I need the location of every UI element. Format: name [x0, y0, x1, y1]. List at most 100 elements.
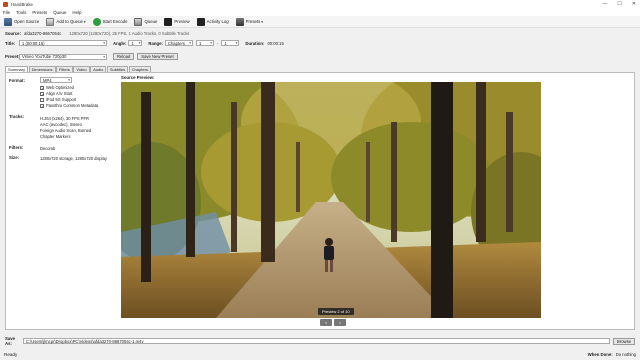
menu-queue[interactable]: Queue	[53, 10, 66, 15]
angle-select[interactable]: 1 ▾	[128, 40, 143, 46]
tracks-label: Tracks:	[9, 114, 25, 119]
preset-select[interactable]: Vimeo YouTube 720p30 ▾	[19, 53, 107, 60]
preview-heading: Source Preview:	[121, 75, 155, 80]
toolbar: Open Source Add to Queue ▾ Start Encode …	[0, 16, 640, 28]
title-row: Title: 1 (00:00:15) ▾ Angle: 1 ▾ Range: …	[5, 40, 284, 46]
presets-icon	[235, 17, 244, 26]
track-chapters: Chapter Markers	[40, 134, 71, 139]
preview-nav: < >	[320, 319, 346, 326]
filters-label: Filters:	[9, 145, 24, 150]
preview-button[interactable]: Preview	[164, 17, 190, 27]
window-title: HandBrake	[11, 2, 33, 7]
source-preview-image	[121, 82, 541, 318]
when-done-select[interactable]: Do nothing	[616, 352, 636, 357]
open-source-label: Open Source	[14, 19, 40, 24]
queue-button[interactable]: Queue	[134, 17, 157, 27]
when-done-label: When Done:	[587, 352, 613, 357]
format-select-value: MP4	[43, 77, 52, 83]
menu-help[interactable]: Help	[72, 10, 81, 15]
add-to-queue-label: Add to Queue	[56, 19, 83, 24]
format-label: Format:	[9, 78, 25, 83]
format-select[interactable]: MP4 ▾	[40, 77, 72, 83]
reload-button[interactable]: Reload	[113, 53, 135, 60]
range-type-select[interactable]: Chapters ▾	[164, 40, 193, 46]
save-as-path-input[interactable]: C:\Users\jlmcpr\Dropbox\PC\Videos\afda32…	[22, 338, 611, 344]
ipod-support-checkbox[interactable]: iPod 5G Support	[40, 97, 76, 102]
chevron-down-icon: ▾	[68, 78, 70, 82]
align-av-checkbox[interactable]: ✓ Align A/V Start	[40, 91, 73, 97]
preset-label: Preset:	[5, 54, 20, 59]
activity-log-button[interactable]: Activity Log	[196, 17, 229, 27]
chevron-down-icon: ▾	[103, 54, 105, 59]
menu-file[interactable]: File	[3, 10, 10, 15]
minimize-button[interactable]: —	[602, 1, 607, 7]
range-separator: -	[216, 40, 219, 46]
start-encode-button[interactable]: Start Encode	[92, 17, 128, 27]
range-type-value: Chapters	[167, 40, 185, 46]
status-bar: Ready When Done: Do nothing	[0, 349, 640, 360]
preset-row: Preset: Vimeo YouTube 720p30 ▾ Reload Sa…	[5, 53, 178, 60]
web-optimized-label: Web Optimized	[46, 85, 74, 90]
autumn-forest-path-image	[121, 82, 541, 318]
start-encode-label: Start Encode	[102, 19, 128, 24]
title-select[interactable]: 1 (00:00:15) ▾	[19, 40, 107, 46]
checkbox-checked-icon: ✓	[40, 85, 45, 91]
align-av-label: Align A/V Start	[46, 91, 73, 96]
terminal-icon	[196, 17, 205, 26]
preset-select-value: Vimeo YouTube 720p30	[22, 54, 67, 59]
add-to-queue-button[interactable]: Add to Queue ▾	[46, 17, 86, 27]
checkbox-unchecked-icon	[40, 97, 44, 102]
filters-value: Decomb	[40, 146, 56, 151]
source-info: 1280x720 (1280x720), 25 FPS, 1 Audio Tra…	[69, 31, 190, 36]
maximize-button[interactable]: ☐	[617, 1, 621, 7]
chevron-down-icon[interactable]: ▾	[261, 20, 263, 24]
range-start-value: 1	[198, 40, 202, 46]
save-new-preset-button[interactable]: Save New Preset	[137, 53, 178, 60]
when-done-group: When Done: Do nothing	[588, 352, 636, 357]
size-value: 1280x720 storage, 1280x720 display	[40, 156, 107, 161]
angle-label: Angle:	[113, 40, 127, 46]
source-name: afda3270-8667054c	[24, 31, 62, 36]
web-optimized-checkbox[interactable]: ✓ Web Optimized	[40, 85, 74, 91]
ipod-support-label: iPod 5G Support	[46, 97, 77, 102]
title-bar: HandBrake — ☐ ✕	[0, 0, 640, 9]
add-queue-icon	[46, 17, 55, 26]
checkbox-checked-icon: ✓	[40, 91, 45, 97]
close-button[interactable]: ✕	[632, 1, 636, 7]
menu-tools[interactable]: Tools	[16, 10, 26, 15]
menu-presets[interactable]: Presets	[32, 10, 47, 15]
chevron-down-icon: ▾	[235, 41, 238, 45]
previous-preview-button[interactable]: <	[320, 319, 332, 326]
angle-select-value: 1	[131, 40, 134, 46]
activity-log-label: Activity Log	[206, 19, 229, 24]
chevron-down-icon: ▾	[103, 41, 105, 45]
next-preview-button[interactable]: >	[334, 319, 346, 326]
range-label: Range:	[148, 40, 163, 46]
browse-button[interactable]: Browse	[613, 337, 635, 345]
title-label: Title:	[5, 40, 16, 46]
chevron-down-icon[interactable]: ▾	[84, 20, 86, 24]
queue-icon	[134, 17, 143, 26]
source-label: Source:	[5, 31, 21, 36]
title-select-value: 1 (00:00:15)	[22, 40, 45, 46]
film-icon	[4, 17, 12, 26]
open-source-button[interactable]: Open Source	[4, 17, 39, 27]
presets-button[interactable]: Presets ▾	[235, 17, 263, 27]
track-subtitle: Foreign Audio Scan, Burned	[40, 128, 92, 133]
range-start-select[interactable]: 1 ▾	[195, 40, 214, 46]
queue-label: Queue	[144, 19, 158, 24]
passthru-metadata-checkbox[interactable]: ✓ Passthru Common Metadata	[40, 103, 98, 109]
range-end-select[interactable]: 1 ▾	[221, 40, 240, 46]
source-row: Source: afda3270-8667054c 1280x720 (1280…	[5, 31, 189, 36]
duration-label: Duration:	[245, 40, 265, 46]
save-as-row: Save As: C:\Users\jlmcpr\Dropbox\PC\Vide…	[5, 336, 635, 346]
status-text: Ready	[4, 352, 18, 357]
track-video: H.264 (x264), 30 FPS PFR	[40, 116, 89, 121]
chevron-down-icon: ▾	[210, 41, 212, 45]
summary-panel: Format: MP4 ▾ ✓ Web Optimized ✓ Align A/…	[5, 72, 635, 330]
handbrake-logo-icon	[3, 2, 8, 7]
checkbox-checked-icon: ✓	[40, 103, 45, 109]
size-label: Size:	[9, 155, 20, 160]
preview-label: Preview	[174, 19, 190, 24]
range-end-value: 1	[224, 40, 227, 46]
